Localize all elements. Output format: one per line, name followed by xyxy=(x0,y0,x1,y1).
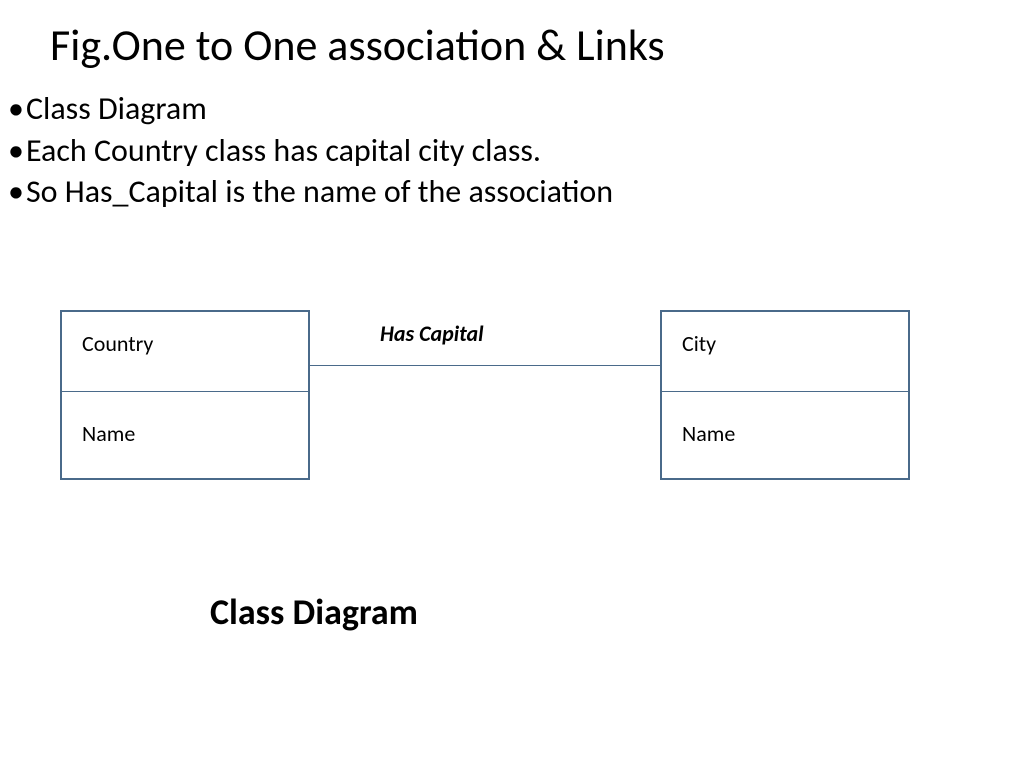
association-label: Has Capital xyxy=(380,320,484,347)
association-line xyxy=(310,365,660,366)
slide-title: Fig.One to One association & Links xyxy=(50,18,665,72)
bullet-text: Class Diagram xyxy=(26,89,207,128)
class-attribute-compartment: Name xyxy=(62,392,308,478)
bullet-list: Class Diagram Each Country class has cap… xyxy=(8,88,613,213)
class-box-city: City Name xyxy=(660,310,910,480)
class-name-compartment: City xyxy=(662,312,908,392)
bullet-item: So Has_Capital is the name of the associ… xyxy=(8,171,613,213)
bullet-item: Class Diagram xyxy=(8,88,613,130)
bullet-item: Each Country class has capital city clas… xyxy=(8,130,613,172)
bullet-text: Each Country class has capital city clas… xyxy=(26,131,541,170)
class-box-country: Country Name xyxy=(60,310,310,480)
class-diagram: Country Name Has Capital City Name xyxy=(60,310,970,510)
diagram-caption: Class Diagram xyxy=(210,590,418,634)
class-name-compartment: Country xyxy=(62,312,308,392)
bullet-text: So Has_Capital is the name of the associ… xyxy=(26,172,613,211)
class-attribute-compartment: Name xyxy=(662,392,908,478)
